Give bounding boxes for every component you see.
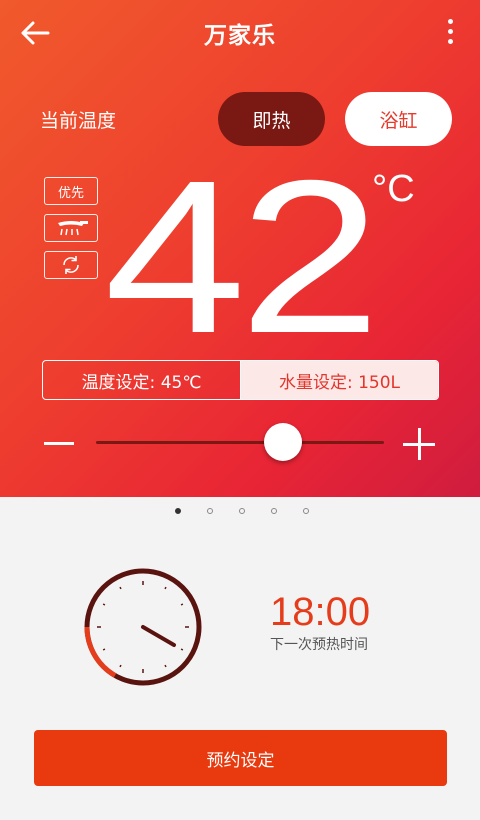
- more-menu-button[interactable]: [444, 14, 456, 48]
- increase-button[interactable]: [403, 428, 437, 462]
- shower-icon: [58, 221, 88, 236]
- page-indicator: [0, 508, 480, 514]
- page-dot[interactable]: [175, 508, 181, 514]
- temp-slider-track[interactable]: [96, 441, 384, 444]
- app-title: 万家乐: [204, 23, 276, 49]
- clock-progress-arc: [84, 626, 117, 678]
- clock-tick: [119, 586, 122, 590]
- clock-tick: [119, 664, 122, 668]
- priority-badge[interactable]: 优先: [44, 177, 98, 205]
- minus-icon: [44, 441, 74, 445]
- clock-tick: [164, 586, 167, 590]
- page-dot[interactable]: [271, 508, 277, 514]
- current-temp-value: 42: [108, 170, 374, 340]
- current-temp-label: 当前温度: [40, 110, 117, 132]
- mode-bath-button[interactable]: 浴缸: [345, 92, 452, 146]
- water-setting-tab[interactable]: 水量设定: 150L: [241, 361, 438, 399]
- next-preheat-time: 18:00: [270, 590, 371, 634]
- temp-slider-knob[interactable]: [264, 423, 303, 461]
- schedule-settings-button[interactable]: 预约设定: [34, 730, 447, 786]
- page-dot[interactable]: [303, 508, 309, 514]
- hero-panel: 万家乐 当前温度 即热 浴缸 优先 42 °C 温度设定: 45℃ 水量设定: …: [0, 0, 480, 497]
- page-dot[interactable]: [239, 508, 245, 514]
- clock-tick: [102, 648, 106, 651]
- cycle-icon: [63, 256, 79, 274]
- page-dot[interactable]: [207, 508, 213, 514]
- temp-setting-tab[interactable]: 温度设定: 45℃: [43, 361, 241, 399]
- settings-summary: 温度设定: 45℃ 水量设定: 150L: [42, 360, 439, 400]
- temp-unit: °C: [372, 168, 415, 210]
- decrease-button[interactable]: [44, 428, 76, 458]
- clock-tick: [180, 603, 184, 606]
- clock-tick: [180, 648, 184, 651]
- clock-tick: [102, 603, 106, 606]
- schedule-clock: [84, 568, 202, 686]
- shower-button[interactable]: [44, 214, 98, 242]
- clock-hour-hand: [141, 625, 176, 647]
- cycle-button[interactable]: [44, 251, 98, 279]
- mode-instant-button[interactable]: 即热: [218, 92, 325, 146]
- next-preheat-label: 下一次预热时间: [270, 637, 368, 653]
- clock-tick: [164, 664, 167, 668]
- current-temp-display: 42: [108, 170, 378, 340]
- more-vertical-icon: [447, 18, 453, 24]
